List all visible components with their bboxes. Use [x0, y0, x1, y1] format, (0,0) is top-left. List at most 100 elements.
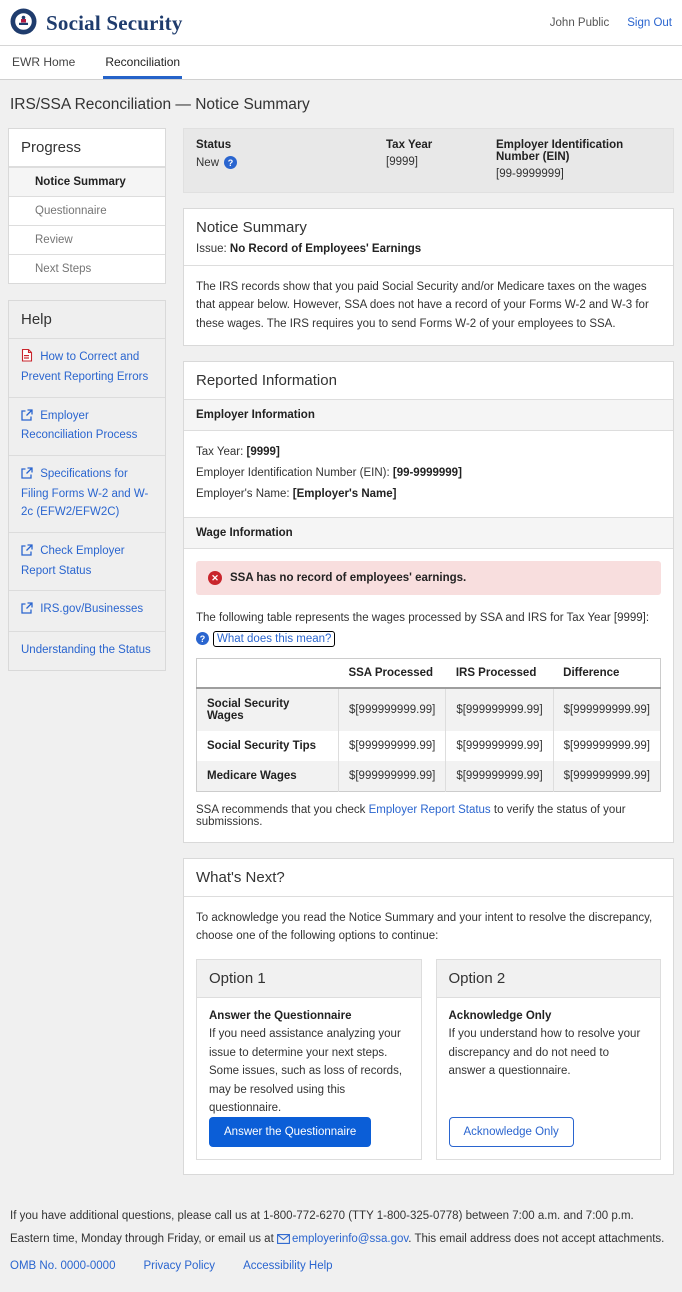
col-irs-processed: IRS Processed [446, 658, 553, 688]
notice-summary-card: Notice Summary Issue: No Record of Emplo… [183, 208, 674, 346]
wage-information-strip: Wage Information [184, 517, 673, 549]
acknowledge-only-button[interactable]: Acknowledge Only [449, 1117, 574, 1147]
cell-value: $[999999999.99] [553, 688, 660, 731]
help-link-reconciliation-process[interactable]: Employer Reconciliation Process [9, 397, 165, 456]
external-link-icon [21, 412, 36, 424]
help-link-understanding-status[interactable]: Understanding the Status [9, 631, 165, 670]
error-alert-text: SSA has no record of employees' earnings… [230, 572, 466, 584]
field-value: [9999] [247, 446, 280, 458]
wage-table-intro: The following table represents the wages… [184, 607, 673, 627]
error-alert: ✕ SSA has no record of employees' earnin… [196, 561, 661, 595]
ein-label: Employer Identification Number (EIN) [496, 139, 661, 163]
help-link-label: IRS.gov/Businesses [40, 603, 143, 615]
status-label: Status [196, 139, 376, 151]
help-link-irs-businesses[interactable]: IRS.gov/Businesses [9, 590, 165, 631]
row-label: Social Security Wages [197, 688, 339, 731]
cell-value: $[999999999.99] [553, 731, 660, 761]
cell-value: $[999999999.99] [446, 731, 553, 761]
option-2-title: Option 2 [437, 960, 661, 998]
cell-value: $[999999999.99] [338, 688, 445, 731]
help-link-label: Check Employer Report Status [21, 545, 125, 577]
answer-questionnaire-button[interactable]: Answer the Questionnaire [209, 1117, 371, 1147]
help-link-label: Understanding the Status [21, 644, 151, 656]
cell-value: $[999999999.99] [446, 688, 553, 731]
reported-information-card: Reported Information Employer Informatio… [183, 361, 674, 842]
what-does-this-mean-link[interactable]: What does this mean? [214, 632, 334, 646]
footer-contact-text: If you have additional questions, please… [10, 1205, 672, 1253]
wage-table: SSA Processed IRS Processed Difference S… [196, 658, 661, 792]
col-ssa-processed: SSA Processed [338, 658, 445, 688]
table-row: Social Security Wages $[999999999.99] $[… [197, 688, 661, 731]
option-1-card: Option 1 Answer the Questionnaire If you… [196, 959, 422, 1160]
accessibility-help-link[interactable]: Accessibility Help [243, 1255, 332, 1278]
main-column: Status New ? Tax Year [9999] Employer Id… [183, 128, 674, 1175]
tab-ewr-home[interactable]: EWR Home [10, 46, 77, 79]
pdf-icon [21, 353, 36, 365]
site-header: Social Security John Public Sign Out [0, 0, 682, 45]
progress-item-questionnaire: Questionnaire [9, 196, 165, 225]
employer-field-name: Employer's Name: [Employer's Name] [196, 484, 661, 505]
option-1-text: If you need assistance analyzing your is… [209, 1025, 409, 1117]
option-1-title: Option 1 [197, 960, 421, 998]
table-row: Medicare Wages $[999999999.99] $[9999999… [197, 761, 661, 792]
notice-summary-body: The IRS records show that you paid Socia… [184, 266, 673, 345]
help-link-label: Specifications for Filing Forms W-2 and … [21, 468, 148, 518]
help-link-specifications[interactable]: Specifications for Filing Forms W-2 and … [9, 455, 165, 531]
brand: Social Security [10, 8, 183, 38]
user-name: John Public [550, 17, 609, 29]
help-link-check-report-status[interactable]: Check Employer Report Status [9, 532, 165, 591]
status-bar: Status New ? Tax Year [9999] Employer Id… [183, 128, 674, 193]
col-blank [197, 658, 339, 688]
employer-fields: Tax Year: [9999] Employer Identification… [184, 431, 673, 517]
notice-summary-title: Notice Summary [196, 219, 661, 236]
omb-number-link[interactable]: OMB No. 0000-0000 [10, 1255, 115, 1278]
employer-field-tax-year: Tax Year: [9999] [196, 442, 661, 463]
external-link-icon [21, 605, 36, 617]
option-2-text: If you understand how to resolve your di… [449, 1025, 649, 1080]
tax-year-label: Tax Year [386, 139, 486, 151]
field-value: [99-9999999] [393, 467, 462, 479]
sign-out-link[interactable]: Sign Out [627, 17, 672, 29]
progress-item-notice-summary[interactable]: Notice Summary [9, 167, 165, 196]
error-icon: ✕ [208, 571, 222, 585]
field-label: Employer's Name: [196, 488, 290, 500]
employer-report-status-link[interactable]: Employer Report Status [369, 804, 491, 816]
whats-next-card: What's Next? To acknowledge you read the… [183, 858, 674, 1176]
option-2-heading: Acknowledge Only [449, 1010, 649, 1022]
external-link-icon [21, 547, 36, 559]
page-title: IRS/SSA Reconciliation — Notice Summary [10, 96, 672, 114]
row-label: Medicare Wages [197, 761, 339, 792]
email-link[interactable]: employerinfo@ssa.gov [292, 1233, 408, 1245]
ein-field: Employer Identification Number (EIN) [99… [496, 139, 661, 180]
cell-value: $[999999999.99] [446, 761, 553, 792]
content-area: IRS/SSA Reconciliation — Notice Summary … [0, 80, 682, 1193]
option-2-card: Option 2 Acknowledge Only If you underst… [436, 959, 662, 1160]
issue-value: No Record of Employees' Earnings [230, 243, 421, 255]
employer-field-ein: Employer Identification Number (EIN): [9… [196, 463, 661, 484]
employer-information-strip: Employer Information [184, 400, 673, 431]
option-1-heading: Answer the Questionnaire [209, 1010, 409, 1022]
help-card: Help How to Correct and Prevent Reportin… [8, 300, 166, 671]
progress-item-next-steps: Next Steps [9, 254, 165, 283]
progress-item-review: Review [9, 225, 165, 254]
privacy-policy-link[interactable]: Privacy Policy [143, 1255, 215, 1278]
status-field: Status New ? [196, 139, 376, 180]
what-does-this-mean-row: ? What does this mean? [184, 628, 673, 648]
wage-table-header-row: SSA Processed IRS Processed Difference [197, 658, 661, 688]
col-difference: Difference [553, 658, 660, 688]
tab-reconciliation[interactable]: Reconciliation [103, 46, 182, 79]
whats-next-title: What's Next? [184, 859, 673, 897]
help-link-correct-errors[interactable]: How to Correct and Prevent Reporting Err… [9, 338, 165, 397]
row-label: Social Security Tips [197, 731, 339, 761]
help-link-label: How to Correct and Prevent Reporting Err… [21, 351, 148, 383]
external-link-icon [21, 470, 36, 482]
status-help-icon[interactable]: ? [224, 156, 237, 169]
progress-title: Progress [9, 129, 165, 167]
whats-next-intro: To acknowledge you read the Notice Summa… [184, 897, 673, 958]
field-label: Tax Year: [196, 446, 243, 458]
issue-line: Issue: No Record of Employees' Earnings [196, 243, 661, 255]
notice-summary-header: Notice Summary Issue: No Record of Emplo… [184, 209, 673, 266]
progress-card: Progress Notice Summary Questionnaire Re… [8, 128, 166, 284]
recommendation-line: SSA recommends that you check Employer R… [184, 796, 673, 842]
footer-line2: . This email address does not accept att… [408, 1233, 664, 1245]
